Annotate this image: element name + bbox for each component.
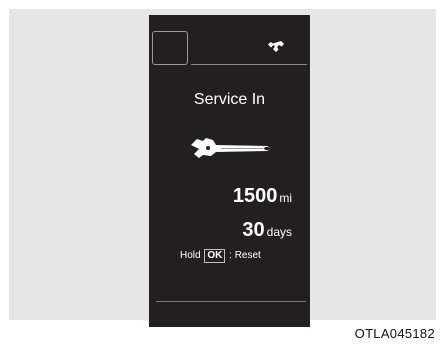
ok-key-label: OK (204, 249, 226, 263)
corner-frame (152, 31, 188, 65)
mileage-unit: mi (279, 191, 292, 205)
days-readout: 30 days (149, 219, 292, 242)
service-title: Service In (193, 91, 266, 108)
hint-suffix: : Reset (229, 250, 261, 261)
days-value: 30 (242, 219, 265, 241)
adjustable-wrench-icon (191, 138, 270, 158)
top-divider (191, 64, 307, 65)
days-unit: days (266, 225, 292, 239)
bottom-divider (156, 301, 306, 302)
figure-code: OTLA045182 (354, 326, 435, 341)
instrument-cluster-display: Service In 1500 mi 30 days Hold OK : Reset (149, 15, 310, 327)
mileage-value: 1500 (232, 185, 278, 207)
reset-hint: Hold OK : Reset (180, 249, 261, 263)
wrench-icon (268, 41, 284, 52)
mileage-readout: 1500 mi (149, 185, 292, 208)
hint-prefix: Hold (180, 250, 201, 261)
